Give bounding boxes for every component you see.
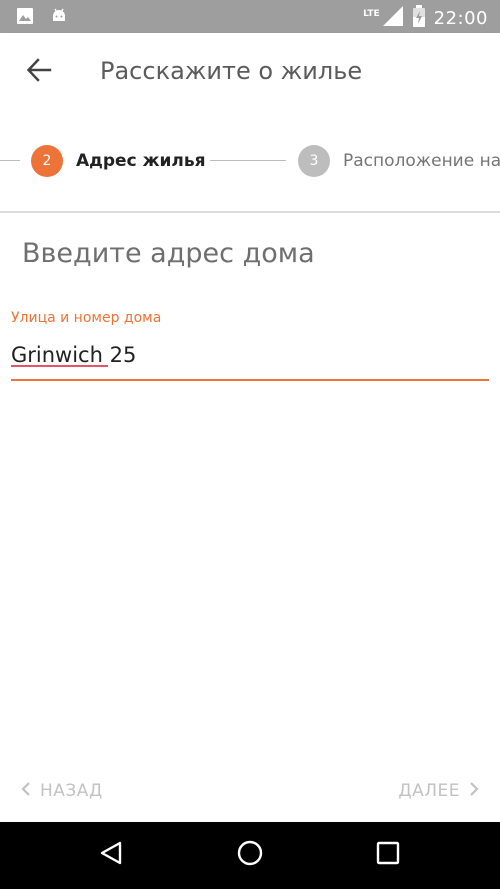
app-bar: Расскажите о жилье xyxy=(0,33,500,111)
step-2-number: 2 xyxy=(31,145,63,177)
next-step-button[interactable]: ДАЛЕЕ xyxy=(398,780,480,802)
form-heading: Введите адрес дома xyxy=(22,238,315,269)
chevron-right-icon xyxy=(468,781,480,802)
nav-recents-button[interactable] xyxy=(370,837,406,873)
stepper: 2 Адрес жилья 3 Расположение на xyxy=(0,111,500,213)
step-connector xyxy=(0,160,20,161)
status-bar: LTE 22:00 xyxy=(0,0,500,33)
triangle-back-icon xyxy=(98,840,124,870)
nav-home-button[interactable] xyxy=(232,837,268,873)
arrow-back-icon xyxy=(26,57,52,87)
battery-icon xyxy=(412,5,426,31)
step-2-label: Адрес жилья xyxy=(76,151,206,171)
nav-back-button[interactable] xyxy=(93,837,129,873)
android-icon xyxy=(50,7,68,29)
system-nav-bar xyxy=(0,822,500,889)
spellcheck-underline xyxy=(11,365,108,367)
circle-home-icon xyxy=(236,839,264,871)
street-input[interactable] xyxy=(11,337,489,373)
step-3-number: 3 xyxy=(298,145,330,177)
square-recents-icon xyxy=(376,841,400,869)
status-time: 22:00 xyxy=(433,7,488,29)
back-step-label: НАЗАД xyxy=(40,781,103,801)
image-icon xyxy=(16,7,34,29)
step-3-label: Расположение на xyxy=(343,151,500,171)
street-input-underline xyxy=(11,379,489,381)
network-type-label: LTE xyxy=(363,9,380,19)
page-title: Расскажите о жилье xyxy=(100,57,363,85)
signal-icon xyxy=(382,5,404,31)
chevron-left-icon xyxy=(20,781,32,802)
street-field-label: Улица и номер дома xyxy=(11,310,162,326)
next-step-label: ДАЛЕЕ xyxy=(398,781,460,801)
step-connector xyxy=(210,160,286,161)
back-step-button[interactable]: НАЗАД xyxy=(20,780,103,802)
back-button[interactable] xyxy=(22,55,56,89)
